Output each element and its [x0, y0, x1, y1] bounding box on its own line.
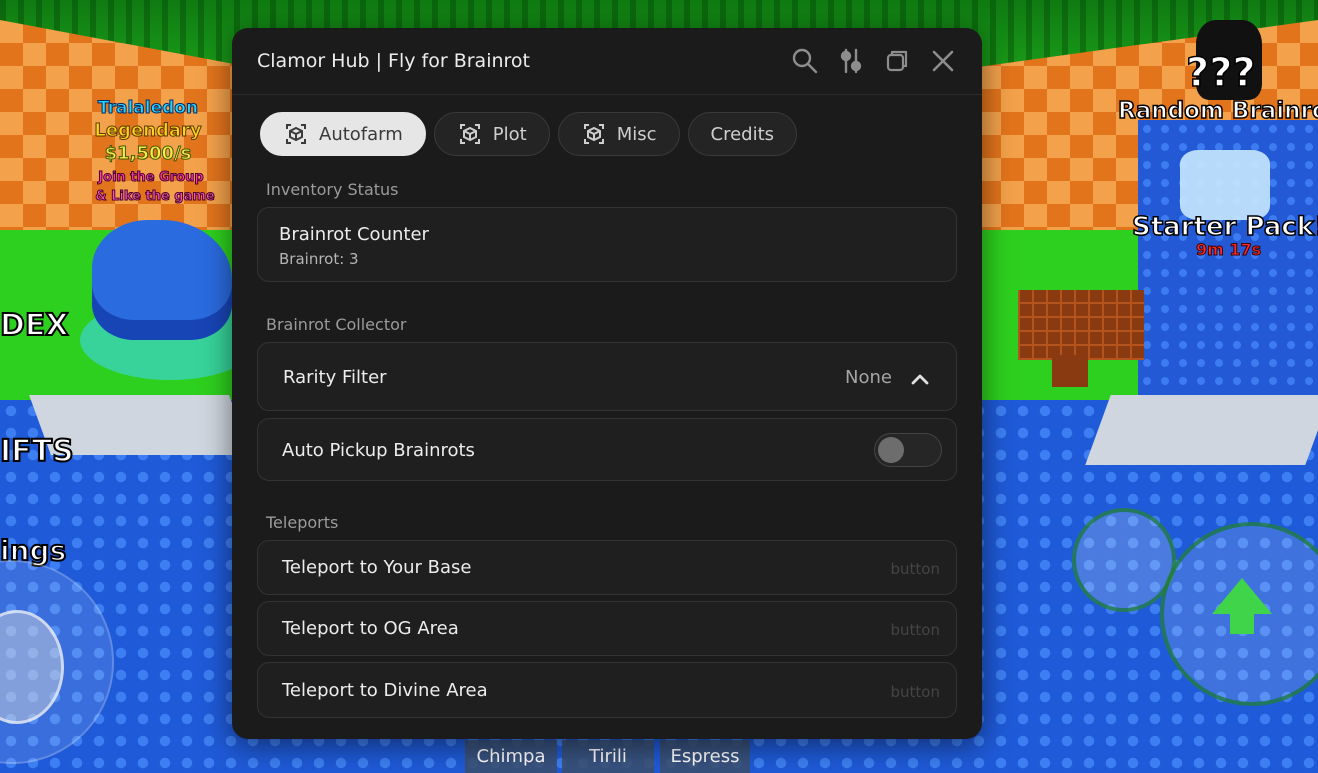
starter-pack-icon	[1180, 150, 1270, 220]
hotbar-slot-1[interactable]: Chimpa	[465, 740, 557, 773]
hotbar-slot-2[interactable]: Tirili	[562, 740, 654, 773]
hotbar-slot-3[interactable]: Espress	[660, 740, 750, 773]
button-type-tag: button	[890, 621, 940, 639]
toggle-knob	[878, 437, 904, 463]
minimize-copy-icon[interactable]	[882, 46, 912, 76]
search-icon[interactable]	[790, 46, 820, 76]
tab-autofarm-label: Autofarm	[319, 123, 403, 145]
brainrot-counter-card: Brainrot Counter Brainrot: 3	[257, 207, 957, 282]
rarity-filter-label: Rarity Filter	[283, 367, 387, 388]
fly-wing-button[interactable]	[1072, 508, 1176, 612]
random-brainrot-button[interactable]: Random Brainrot	[1117, 97, 1318, 125]
tab-bar: Autofarm Plot Misc Credits	[260, 112, 798, 158]
auto-pickup-label: Auto Pickup Brainrots	[282, 440, 475, 461]
hub-window: Clamor Hub | Fly for Brainrot Autofarm P…	[232, 28, 982, 739]
tab-credits-label: Credits	[710, 123, 775, 145]
teleport-base-label: Teleport to Your Base	[282, 557, 472, 578]
auto-pickup-toggle[interactable]	[874, 433, 942, 467]
settings-sliders-icon[interactable]	[836, 46, 866, 76]
teleport-base-button[interactable]: Teleport to Your Base button	[257, 540, 957, 595]
brick-trunk	[1052, 355, 1088, 387]
close-icon[interactable]	[928, 46, 958, 76]
dex-button[interactable]: DEX	[0, 307, 70, 344]
section-inventory-status: Inventory Status	[266, 180, 399, 199]
grey-platform-right	[1085, 395, 1318, 465]
brainrot-counter-title: Brainrot Counter	[279, 224, 429, 245]
tab-credits[interactable]: Credits	[687, 112, 798, 156]
tab-autofarm[interactable]: Autofarm	[260, 112, 426, 156]
box-icon	[459, 124, 480, 144]
section-teleports: Teleports	[266, 513, 339, 532]
box-icon	[583, 124, 604, 144]
brick-tree	[1018, 290, 1144, 360]
jump-arrow-stem	[1230, 612, 1254, 634]
teleport-og-button[interactable]: Teleport to OG Area button	[257, 601, 957, 656]
brainrot-counter-value: Brainrot: 3	[279, 250, 359, 268]
billboard-line1: Join the Group	[98, 170, 204, 185]
hub-titlebar[interactable]: Clamor Hub | Fly for Brainrot	[232, 28, 982, 95]
button-type-tag: button	[890, 560, 940, 578]
teleport-og-label: Teleport to OG Area	[282, 618, 459, 639]
mystery-label: ???	[1185, 49, 1256, 97]
billboard-rarity: Legendary	[94, 120, 202, 141]
rarity-filter-dropdown[interactable]: Rarity Filter None	[257, 342, 957, 411]
section-brainrot-collector: Brainrot Collector	[266, 315, 407, 334]
rarity-filter-value: None	[845, 367, 892, 388]
gifts-button[interactable]: IFTS	[0, 433, 75, 470]
teleport-divine-button[interactable]: Teleport to Divine Area button	[257, 662, 957, 718]
box-icon	[286, 124, 306, 144]
jump-arrow-icon	[1212, 578, 1272, 614]
hub-title: Clamor Hub | Fly for Brainrot	[257, 50, 530, 72]
chevron-up-icon	[911, 374, 929, 385]
button-type-tag: button	[890, 683, 940, 701]
billboard-rate: $1,500/s	[104, 143, 192, 164]
auto-pickup-row: Auto Pickup Brainrots	[257, 418, 957, 481]
tab-misc-label: Misc	[616, 123, 657, 145]
teleport-divine-label: Teleport to Divine Area	[282, 680, 488, 701]
starter-pack-button[interactable]: Starter Pack!	[1131, 211, 1318, 243]
billboard-name: Tralaledon	[97, 98, 199, 118]
shark-character	[92, 220, 232, 340]
tab-plot-label: Plot	[492, 123, 527, 145]
billboard-line2: & Like the game	[95, 189, 216, 204]
tab-misc[interactable]: Misc	[557, 112, 680, 156]
starter-pack-timer: 9m 17s	[1195, 240, 1262, 260]
tab-plot[interactable]: Plot	[433, 112, 550, 156]
